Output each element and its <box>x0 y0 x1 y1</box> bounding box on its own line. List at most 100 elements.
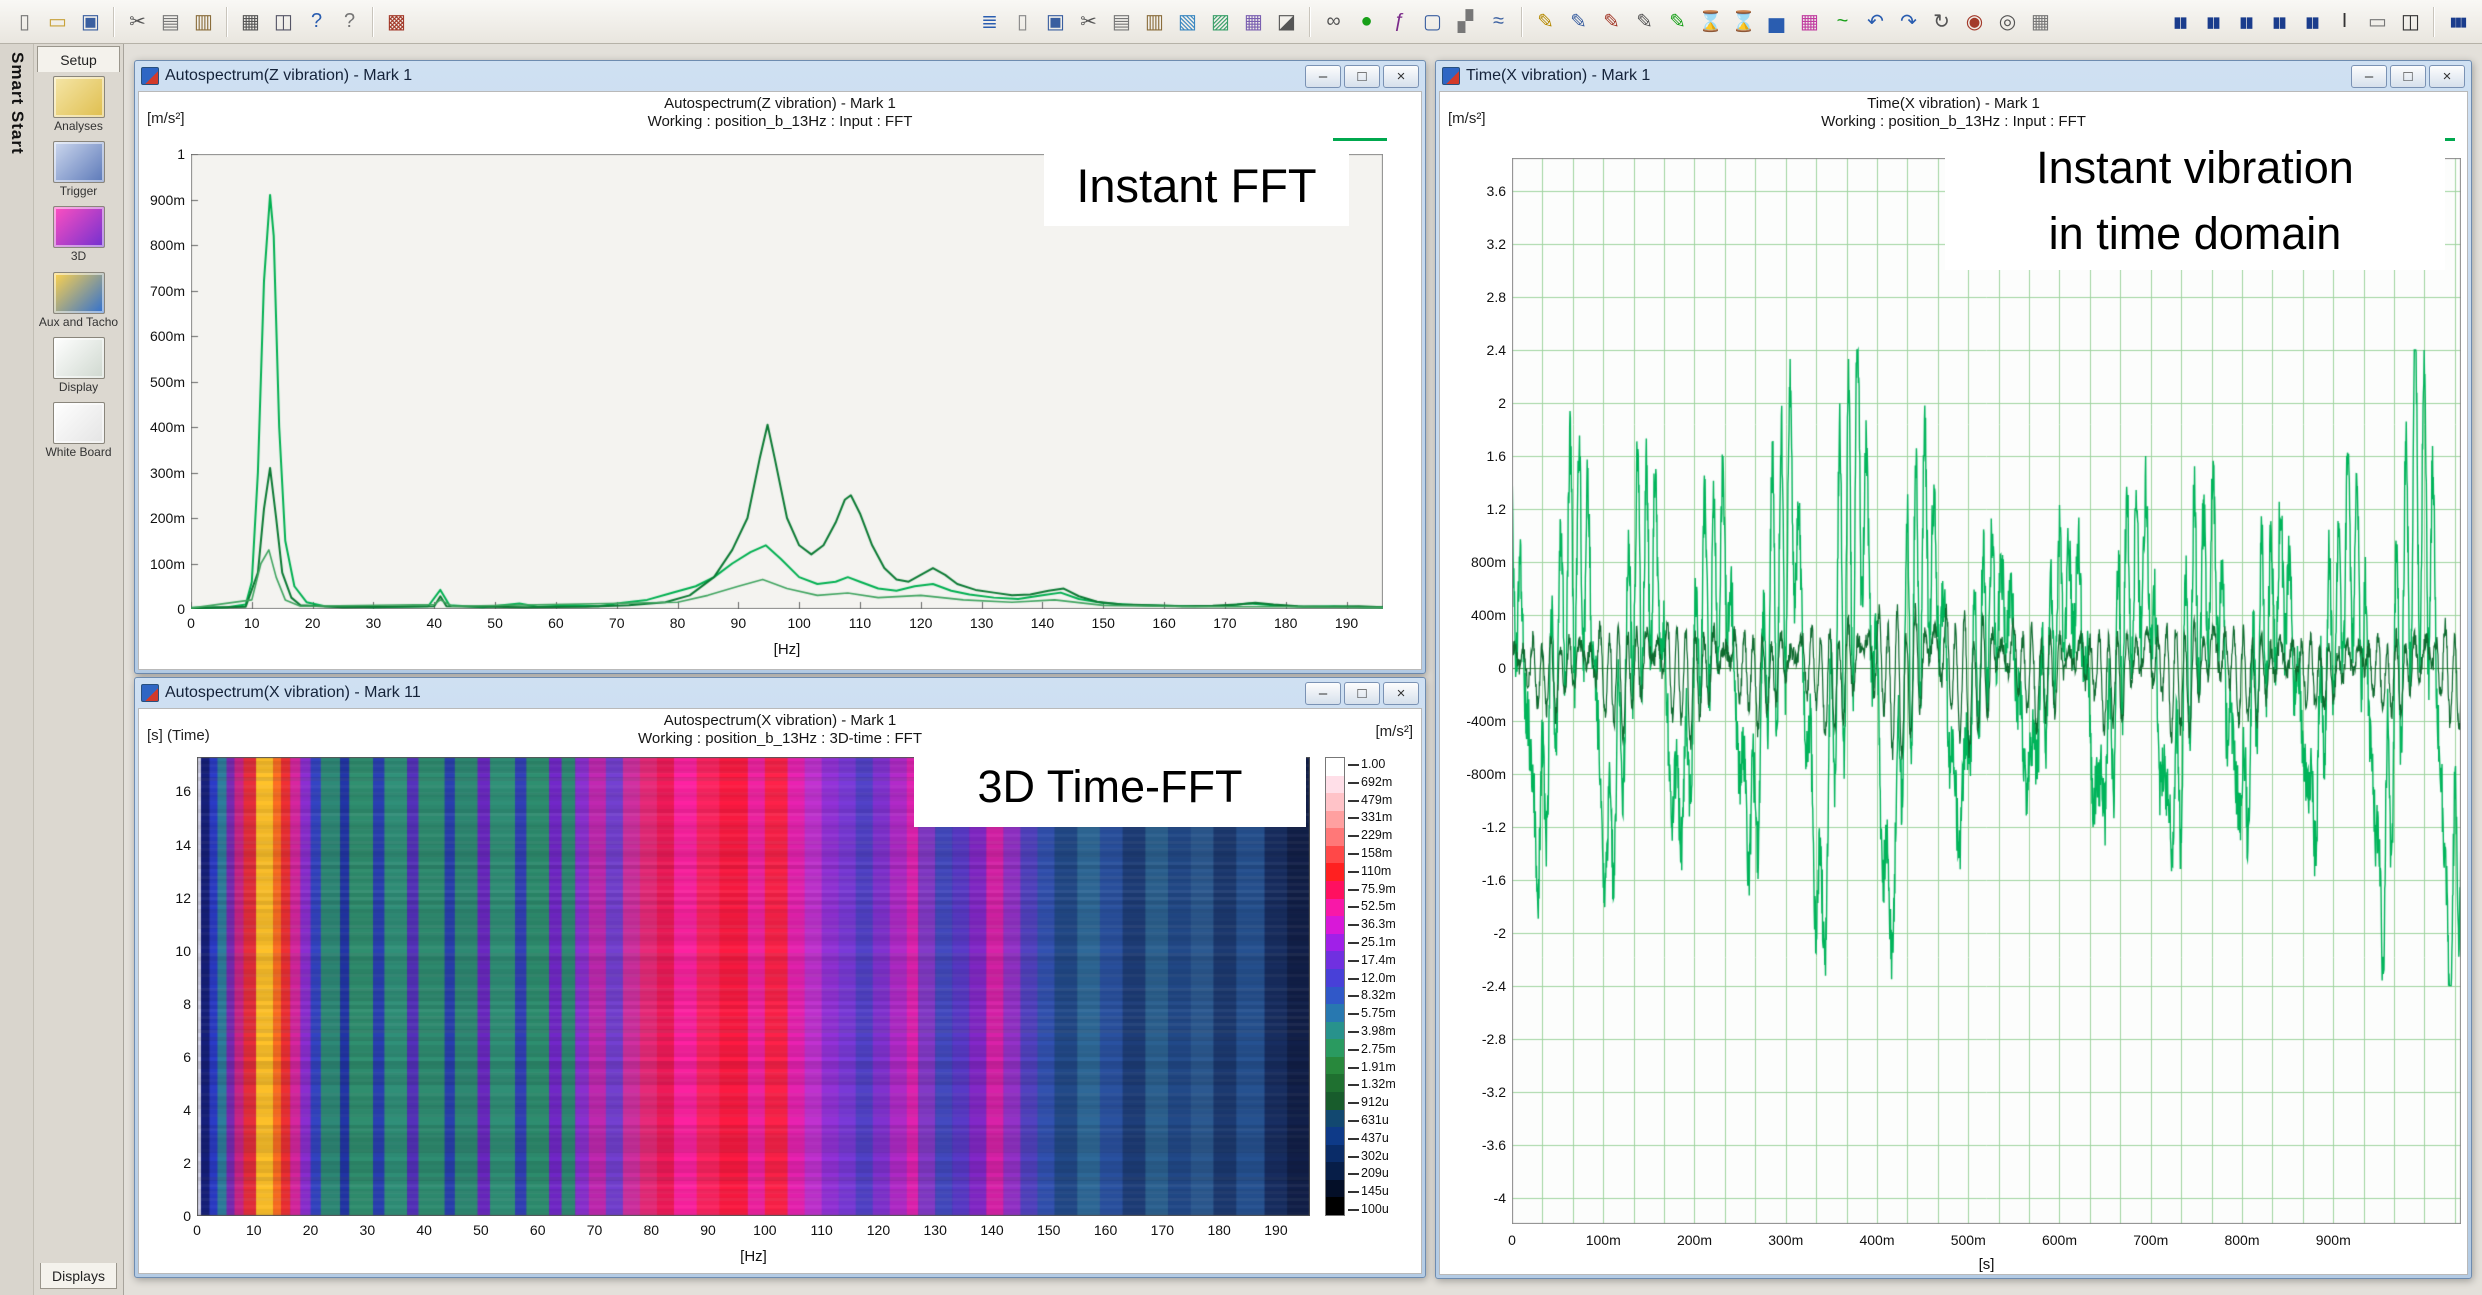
meter-display-4-icon[interactable]: ▮▮ <box>2263 6 2294 37</box>
legend-tick <box>1348 1049 1359 1051</box>
organizer-icon[interactable]: ▞ <box>1450 6 1481 37</box>
titlebar[interactable]: Autospectrum(X vibration) - Mark 11 – □ … <box>135 678 1425 708</box>
minimize-button[interactable]: – <box>2351 65 2387 88</box>
copy-icon[interactable]: ▤ <box>155 6 186 37</box>
maximize-button[interactable]: □ <box>1344 65 1380 88</box>
insert-manual-icon[interactable]: ✎ <box>1596 6 1627 37</box>
print-sheet-icon[interactable]: ◪ <box>1271 6 1302 37</box>
legend-tick <box>1348 1156 1359 1158</box>
sidebar-item-analyses[interactable]: Analyses <box>36 76 121 133</box>
undo-icon[interactable]: ↶ <box>1860 6 1891 37</box>
sidebar-item-white-board[interactable]: White Board <box>36 402 121 459</box>
screen-capture-icon[interactable]: ▩ <box>381 6 412 37</box>
paste-icon[interactable]: ▥ <box>188 6 219 37</box>
help-icon[interactable]: ? <box>301 6 332 37</box>
sidebar-item-aux-and-tacho[interactable]: Aux and Tacho <box>36 272 121 329</box>
cursor-tool-icon[interactable]: I <box>2329 6 2360 37</box>
whiteboard-tool-icon[interactable]: ▭ <box>2362 6 2393 37</box>
meter-display-1-icon[interactable]: ▮▮ <box>2164 6 2195 37</box>
print-icon[interactable]: ▦ <box>235 6 266 37</box>
tick-label: 1.2 <box>1446 501 1506 517</box>
annotation-3d-time-fft: 3D Time-FFT <box>914 747 1306 827</box>
legend-value: 158m <box>1361 846 1392 860</box>
tick-label: 160 <box>1152 615 1175 631</box>
timer-alarm-icon[interactable]: ⌛ <box>1728 6 1759 37</box>
tick-label: 190 <box>1264 1222 1287 1238</box>
record-icon[interactable]: ◉ <box>1959 6 1990 37</box>
tick-label: 150 <box>1037 1222 1060 1238</box>
insert-table-icon[interactable]: ▦ <box>1238 6 1269 37</box>
standby-icon[interactable]: ◎ <box>1992 6 2023 37</box>
legend-value: 5.75m <box>1361 1006 1396 1020</box>
link-icon[interactable]: ∞ <box>1318 6 1349 37</box>
tick-label: 30 <box>366 615 382 631</box>
print-preview-icon[interactable]: ◫ <box>268 6 299 37</box>
time-canvas[interactable] <box>1512 158 2461 1224</box>
color-map-icon[interactable]: ▦ <box>1794 6 1825 37</box>
signal-icon[interactable]: ~ <box>1827 6 1858 37</box>
paste2-icon[interactable]: ▥ <box>1139 6 1170 37</box>
meter-display-5-icon[interactable]: ▮▮ <box>2296 6 2327 37</box>
aux-and-tacho-icon <box>53 272 105 314</box>
save-icon[interactable]: ▣ <box>75 6 106 37</box>
window-time-x[interactable]: Time(X vibration) - Mark 1 – □ × Time(X … <box>1435 60 2472 1279</box>
titlebar[interactable]: Autospectrum(Z vibration) - Mark 1 – □ × <box>135 61 1425 91</box>
meter-display-6-icon[interactable]: ▮▮▮ <box>2442 6 2473 37</box>
tick-label: 20 <box>303 1222 319 1238</box>
connect-icon[interactable]: ≈ <box>1483 6 1514 37</box>
smart-start-strip[interactable]: Smart Start <box>0 44 34 1295</box>
tab-displays[interactable]: Displays <box>40 1263 117 1289</box>
sidebar-item-trigger[interactable]: Trigger <box>36 141 121 198</box>
copy2-icon[interactable]: ▤ <box>1106 6 1137 37</box>
window-autospectrum-x-3d[interactable]: Autospectrum(X vibration) - Mark 11 – □ … <box>134 677 1426 1278</box>
meter-display-3-icon[interactable]: ▮▮ <box>2230 6 2261 37</box>
redo-icon[interactable]: ↷ <box>1893 6 1924 37</box>
close-button[interactable]: × <box>1383 682 1419 705</box>
online-icon[interactable]: ● <box>1351 6 1382 37</box>
monitor-icon[interactable]: ▢ <box>1417 6 1448 37</box>
tab-setup[interactable]: Setup <box>37 46 120 72</box>
legend-tick <box>1348 889 1359 891</box>
schedule-icon[interactable]: ▦ <box>2025 6 2056 37</box>
meter-display-2-icon[interactable]: ▮▮ <box>2197 6 2228 37</box>
legend-tick <box>1348 817 1359 819</box>
insert-report-icon[interactable]: ▨ <box>1205 6 1236 37</box>
cut-icon[interactable]: ✂ <box>122 6 153 37</box>
insert-auto-icon[interactable]: ✎ <box>1530 6 1561 37</box>
minimize-button[interactable]: – <box>1305 65 1341 88</box>
tick-label: 1 <box>138 146 185 162</box>
time-plot[interactable] <box>1512 158 2461 1224</box>
close-button[interactable]: × <box>2429 65 2465 88</box>
y-axis-unit: [m/s²] <box>147 110 185 127</box>
layout-tool-icon[interactable]: ◫ <box>2395 6 2426 37</box>
open-workbook-icon[interactable]: ≣ <box>974 6 1005 37</box>
insert-sheet-icon[interactable]: ▧ <box>1172 6 1203 37</box>
maximize-button[interactable]: □ <box>1344 682 1380 705</box>
legend-value: 25.1m <box>1361 935 1396 949</box>
save-workbook-icon[interactable]: ▣ <box>1040 6 1071 37</box>
insert-fixed-icon[interactable]: ✎ <box>1563 6 1594 37</box>
tick-label: 400m <box>1859 1232 1894 1248</box>
close-button[interactable]: × <box>1383 65 1419 88</box>
open-folder-icon[interactable]: ▭ <box>42 6 73 37</box>
chart-display-icon[interactable]: ▅ <box>1761 6 1792 37</box>
new-sheet-icon[interactable]: ▯ <box>1007 6 1038 37</box>
titlebar[interactable]: Time(X vibration) - Mark 1 – □ × <box>1436 61 2471 91</box>
minimize-button[interactable]: – <box>1305 682 1341 705</box>
cut2-icon[interactable]: ✂ <box>1073 6 1104 37</box>
tick-label: 800m <box>1446 554 1506 570</box>
sidebar-item-3d[interactable]: 3D <box>36 206 121 263</box>
context-help-icon[interactable]: ? <box>334 6 365 37</box>
new-document-icon[interactable]: ▯ <box>9 6 40 37</box>
tick-label: 160 <box>1094 1222 1117 1238</box>
legend-tick <box>1348 1138 1359 1140</box>
replay-icon[interactable]: ↻ <box>1926 6 1957 37</box>
insert-marker-icon[interactable]: ✎ <box>1662 6 1693 37</box>
window-autospectrum-z[interactable]: Autospectrum(Z vibration) - Mark 1 – □ ×… <box>134 60 1426 674</box>
sidebar-item-display[interactable]: Display <box>36 337 121 394</box>
maximize-button[interactable]: □ <box>2390 65 2426 88</box>
timer-icon[interactable]: ⌛ <box>1695 6 1726 37</box>
insert-stop-icon[interactable]: ✎ <box>1629 6 1660 37</box>
sidebar-items: Analyses Trigger 3D Aux and Tacho Display Whi… <box>34 76 123 459</box>
function-icon[interactable]: ƒ <box>1384 6 1415 37</box>
